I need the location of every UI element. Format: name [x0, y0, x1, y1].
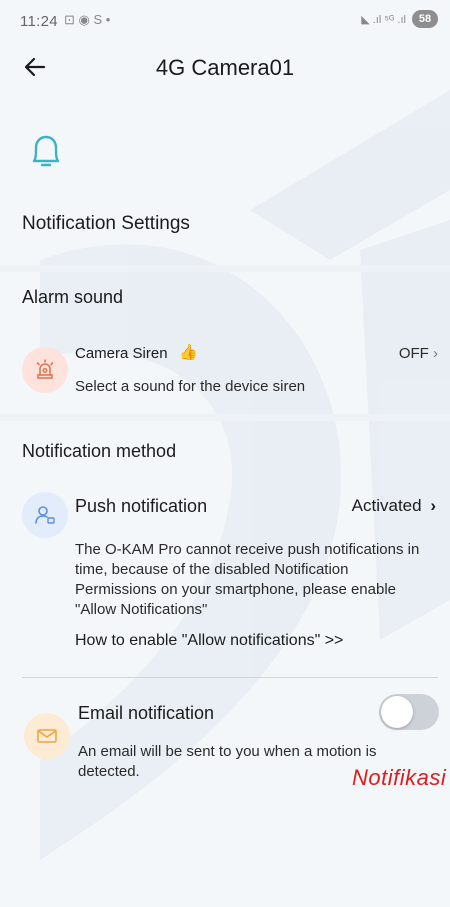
camera-siren-title[interactable]: Camera Siren: [75, 345, 168, 362]
status-time: 11:24: [20, 13, 58, 30]
push-notification-status[interactable]: Activated ›: [352, 496, 436, 516]
siren-icon-badge: [22, 347, 68, 393]
alarm-sound-label: Alarm sound: [22, 287, 124, 307]
section-separator: [0, 414, 450, 421]
mail-icon: [37, 729, 57, 743]
camera-siren-description: Select a sound for the device siren: [75, 378, 306, 395]
thumbs-up-icon: 👍: [179, 344, 198, 361]
push-notification-title[interactable]: Push notification: [75, 496, 207, 517]
notification-method-label: Notification method: [22, 441, 177, 461]
push-icon-badge: [22, 492, 68, 538]
user-notification-icon: [35, 506, 55, 524]
status-notification-icons: ⊡ ◉ S •: [64, 12, 111, 27]
status-right-group: ◣ .ıl ⁵ᴳ .ıl 58: [361, 10, 438, 28]
email-notification-toggle[interactable]: [379, 694, 439, 730]
push-status-text: Activated: [351, 496, 422, 515]
page-title: 4G Camera01: [155, 55, 295, 80]
bell-icon: [32, 135, 60, 167]
allow-notifications-help-link[interactable]: How to enable "Allow notifications" >>: [75, 632, 343, 650]
chevron-right-icon: ›: [430, 496, 436, 515]
email-icon-badge: [24, 713, 70, 759]
section-separator: [0, 265, 450, 272]
chevron-right-icon: ›: [433, 345, 438, 362]
push-permission-warning: The O-KAM Pro cannot receive push notifi…: [75, 541, 420, 618]
siren-icon: [36, 359, 54, 379]
notification-settings-title: Notification Settings: [22, 213, 190, 234]
status-bar: 11:24 ⊡ ◉ S • ◣ .ıl ⁵ᴳ .ıl 58: [0, 0, 450, 40]
divider: [22, 677, 438, 678]
battery-icon: 58: [412, 10, 438, 28]
siren-value-text: OFF: [398, 345, 429, 362]
overlay-red-caption: Notifikasi: [352, 765, 447, 790]
toggle-knob: [381, 696, 413, 728]
camera-siren-value[interactable]: OFF ›: [399, 345, 438, 362]
email-notification-title: Email notification: [78, 703, 215, 723]
signal-icons: ◣ .ıl ⁵ᴳ .ıl: [361, 13, 406, 26]
